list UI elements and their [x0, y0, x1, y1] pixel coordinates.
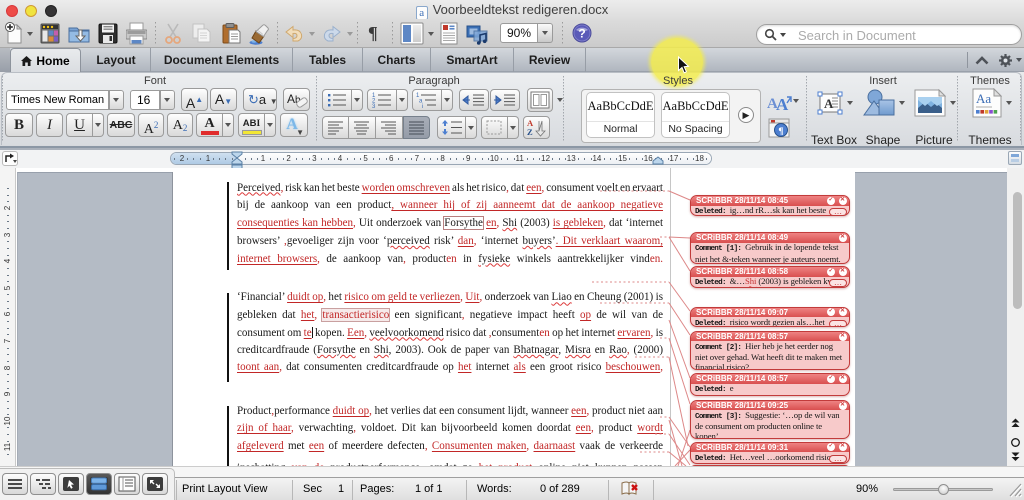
svg-text:¶: ¶ — [778, 127, 783, 137]
svg-text:3: 3 — [372, 104, 376, 110]
svg-text:Aa: Aa — [976, 91, 991, 106]
svg-text:Z: Z — [527, 127, 533, 137]
svg-text:i: i — [422, 104, 423, 110]
svg-text:?: ? — [578, 27, 585, 41]
